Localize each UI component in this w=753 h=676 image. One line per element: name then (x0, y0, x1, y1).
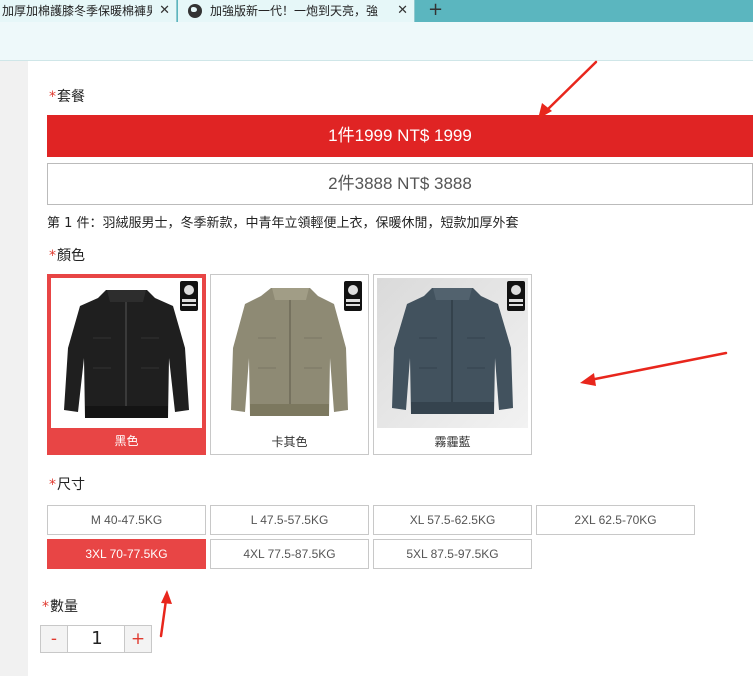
package-label-text: 套餐 (57, 89, 85, 105)
quantity-input[interactable]: 1 (68, 626, 126, 652)
color-label-text: 顏色 (57, 248, 85, 264)
browser-tab[interactable]: 加厚加棉護膝冬季保暖棉褲男 ✕ (0, 0, 177, 22)
swatch-label: 霧霾藍 (434, 435, 471, 449)
package-option-2[interactable]: 2件3888 NT$ 3888 (47, 163, 753, 205)
tab-title: 加強版新一代！一炮到天亮，強 (210, 4, 379, 18)
color-swatch-haze-blue[interactable]: 霧霾藍 (373, 274, 532, 455)
product-image (377, 278, 528, 428)
close-icon[interactable]: ✕ (397, 0, 408, 22)
swatch-label: 黑色 (114, 434, 139, 448)
required-mark: * (49, 248, 56, 264)
size-option-xl[interactable]: XL 57.5-62.5KG (373, 505, 532, 535)
size-option-m[interactable]: M 40-47.5KG (47, 505, 206, 535)
product-image (214, 278, 365, 428)
annotation-arrow (580, 351, 728, 386)
size-option-4xl[interactable]: 4XL 77.5-87.5KG (210, 539, 369, 569)
quantity-minus-button[interactable]: - (41, 626, 68, 652)
jacket-image (231, 281, 362, 416)
size-option-2xl[interactable]: 2XL 62.5-70KG (536, 505, 695, 535)
tab-title: 加厚加棉護膝冬季保暖棉褲男 (2, 4, 152, 18)
color-label: *顏色 (49, 245, 85, 265)
color-swatch-black[interactable]: 黑色 (47, 274, 206, 455)
color-swatch-khaki[interactable]: 卡其色 (210, 274, 369, 455)
required-mark: * (49, 89, 56, 105)
size-option-5xl[interactable]: 5XL 87.5-97.5KG (373, 539, 532, 569)
quantity-label-text: 數量 (50, 599, 78, 615)
size-label: *尺寸 (49, 474, 85, 494)
quantity-stepper: - 1 + (40, 625, 152, 653)
new-tab-icon[interactable]: + (428, 0, 443, 20)
package-description: 第 1 件：羽絨服男士，冬季新款，中青年立領輕便上衣，保暖休閒，短款加厚外套 (47, 216, 519, 231)
close-icon[interactable]: ✕ (159, 0, 170, 22)
package-option-1[interactable]: 1件1999 NT$ 1999 (47, 115, 753, 157)
package-label: *套餐 (49, 86, 85, 106)
required-mark: * (49, 477, 56, 493)
jacket-image (392, 281, 525, 414)
swatch-label: 卡其色 (271, 435, 308, 449)
page-gutter (0, 61, 28, 676)
globe-icon (188, 4, 202, 18)
jacket-image (64, 281, 198, 418)
size-label-text: 尺寸 (57, 477, 85, 493)
quantity-label: *數量 (42, 596, 78, 616)
annotation-arrow (159, 590, 172, 638)
size-option-3xl[interactable]: 3XL 70-77.5KG (47, 539, 206, 569)
annotation-arrow (538, 60, 598, 119)
address-bar[interactable] (0, 22, 753, 61)
quantity-plus-button[interactable]: + (124, 626, 151, 652)
browser-tab-bar: 加厚加棉護膝冬季保暖棉褲男 ✕ 加強版新一代！一炮到天亮，強 ✕ + (0, 0, 753, 22)
browser-tab[interactable]: 加強版新一代！一炮到天亮，強 ✕ (178, 0, 415, 22)
size-option-l[interactable]: L 47.5-57.5KG (210, 505, 369, 535)
required-mark: * (42, 599, 49, 615)
product-image (51, 278, 202, 428)
